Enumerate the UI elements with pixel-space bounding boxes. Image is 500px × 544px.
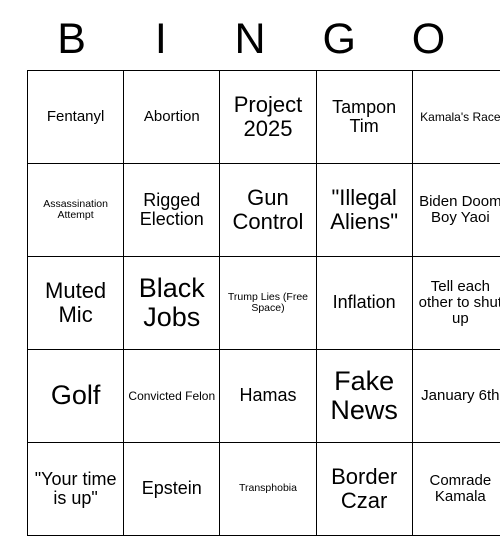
bingo-cell-g1[interactable]: Tampon Tim — [315, 70, 413, 164]
bingo-header-letter-i: I — [154, 14, 167, 63]
bingo-header-letter-o: O — [411, 14, 446, 63]
bingo-cell-b4[interactable]: Golf — [26, 349, 125, 443]
bingo-cell-n4[interactable]: Hamas — [219, 349, 317, 443]
bingo-cell-i2[interactable]: Rigged Election — [123, 163, 221, 257]
bingo-cell-g4[interactable]: Fake News — [315, 349, 413, 443]
bingo-cell-g3[interactable]: Inflation — [315, 256, 413, 350]
bingo-card: B I N G O Fentanyl Abortion Project 2025… — [26, 8, 500, 536]
bingo-header-letter-g: G — [322, 14, 356, 63]
bingo-cell-g5[interactable]: Border Czar — [315, 442, 413, 536]
bingo-cell-n2[interactable]: Gun Control — [219, 163, 317, 257]
bingo-cell-b2[interactable]: Assassination Attempt — [26, 163, 125, 257]
bingo-row: Assassination Attempt Rigged Election Gu… — [26, 163, 500, 257]
bingo-cell-o1[interactable]: Kamala's Race — [411, 70, 500, 164]
bingo-row: Golf Convicted Felon Hamas Fake News Jan… — [26, 349, 500, 443]
bingo-cell-b3[interactable]: Muted Mic — [26, 256, 125, 350]
bingo-cell-g2[interactable]: "Illegal Aliens" — [315, 163, 413, 257]
bingo-cell-n1[interactable]: Project 2025 — [219, 70, 317, 164]
bingo-cell-o5[interactable]: Comrade Kamala — [411, 442, 500, 536]
bingo-cell-o4[interactable]: January 6th — [411, 349, 500, 443]
bingo-header-letter-b: B — [57, 14, 86, 63]
bingo-cell-b5[interactable]: "Your time is up" — [26, 442, 125, 536]
bingo-cell-i4[interactable]: Convicted Felon — [123, 349, 221, 443]
bingo-cell-n5[interactable]: Transphobia — [219, 442, 317, 536]
bingo-cell-i1[interactable]: Abortion — [123, 70, 221, 164]
bingo-row: Muted Mic Black Jobs Trump Lies (Free Sp… — [26, 256, 500, 350]
bingo-row: Fentanyl Abortion Project 2025 Tampon Ti… — [26, 70, 500, 164]
bingo-cell-i3[interactable]: Black Jobs — [123, 256, 221, 350]
bingo-cell-i5[interactable]: Epstein — [123, 442, 221, 536]
bingo-header-letter-n: N — [234, 14, 266, 63]
bingo-row: "Your time is up" Epstein Transphobia Bo… — [26, 442, 500, 536]
bingo-header-row: B I N G O — [27, 8, 473, 70]
bingo-grid: Fentanyl Abortion Project 2025 Tampon Ti… — [26, 70, 500, 536]
bingo-cell-o3[interactable]: Tell each other to shut up — [411, 256, 500, 350]
bingo-cell-b1[interactable]: Fentanyl — [26, 70, 125, 164]
bingo-cell-o2[interactable]: Biden Doom Boy Yaoi — [411, 163, 500, 257]
bingo-cell-free-space[interactable]: Trump Lies (Free Space) — [219, 256, 317, 350]
